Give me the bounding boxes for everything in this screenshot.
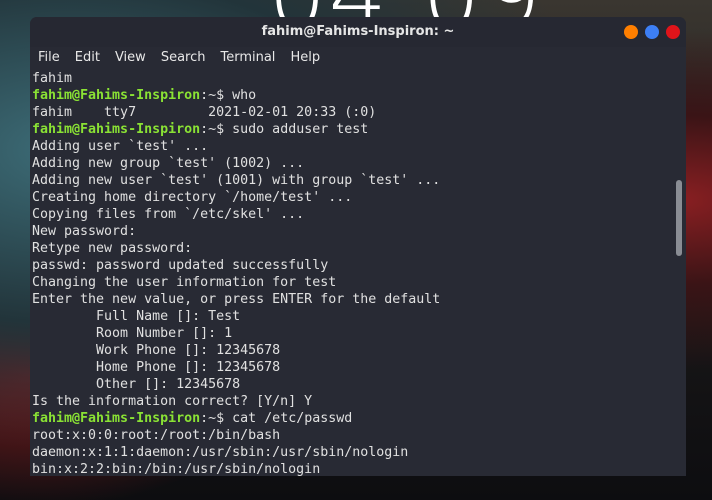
output-line: Retype new password:	[32, 241, 193, 256]
command-text: sudo adduser test	[232, 122, 369, 137]
output-line: Adding user `test' ...	[32, 139, 209, 154]
output-line: fahim tty7 2021-02-01 20:33 (:0)	[32, 105, 377, 120]
command-line: fahim@Fahims-Inspiron:~$ sudo adduser te…	[32, 121, 684, 138]
prompt-suffix: :~$	[200, 411, 233, 426]
maximize-button[interactable]	[645, 25, 659, 39]
output-line: Home Phone []: 12345678	[32, 360, 281, 375]
scrollbar-thumb[interactable]	[676, 180, 682, 256]
prompt-user-host: fahim@Fahims-Inspiron	[32, 122, 201, 137]
output-line: Work Phone []: 12345678	[32, 343, 281, 358]
prompt-suffix: :~$	[200, 88, 233, 103]
prompt-suffix: :~$	[200, 122, 233, 137]
minimize-button[interactable]	[624, 25, 638, 39]
output-line: bin:x:2:2:bin:/bin:/usr/sbin/nologin	[32, 462, 321, 476]
menu-terminal[interactable]: Terminal	[220, 47, 275, 69]
output-line: Full Name []: Test	[32, 309, 241, 324]
output-line: Is the information correct? [Y/n] Y	[32, 394, 313, 409]
menu-edit[interactable]: Edit	[75, 47, 100, 69]
terminal-output[interactable]: fahim fahim@Fahims-Inspiron:~$ who fahim t…	[30, 69, 686, 476]
window-title: fahim@Fahims-Inspiron: ~	[261, 24, 455, 39]
menu-help[interactable]: Help	[290, 47, 320, 69]
output-line: Enter the new value, or press ENTER for …	[32, 292, 441, 307]
title-bar[interactable]: fahim@Fahims-Inspiron: ~	[30, 17, 686, 47]
output-line: Other []: 12345678	[32, 377, 241, 392]
output-line: New password:	[32, 224, 137, 239]
prompt-user-host: fahim@Fahims-Inspiron	[32, 411, 201, 426]
output-line: root:x:0:0:root:/root:/bin/bash	[32, 428, 281, 443]
command-text: who	[232, 88, 257, 103]
menu-bar: File Edit View Search Terminal Help	[30, 47, 686, 69]
output-line: Creating home directory `/home/test' ...	[32, 190, 353, 205]
menu-file[interactable]: File	[38, 47, 60, 69]
output-line: passwd: password updated successfully	[32, 258, 329, 273]
output-line: Changing the user information for test	[32, 275, 337, 290]
output-line: Adding new user `test' (1001) with group…	[32, 173, 441, 188]
close-button[interactable]	[666, 25, 680, 39]
command-text: cat /etc/passwd	[232, 411, 353, 426]
command-line: fahim@Fahims-Inspiron:~$ who	[32, 87, 684, 104]
output-line: daemon:x:1:1:daemon:/usr/sbin:/usr/sbin/…	[32, 445, 409, 460]
output-line: fahim	[32, 71, 73, 86]
output-line: Copying files from `/etc/skel' ...	[32, 207, 305, 222]
menu-search[interactable]: Search	[161, 47, 206, 69]
prompt-user-host: fahim@Fahims-Inspiron	[32, 88, 201, 103]
output-line: Adding new group `test' (1002) ...	[32, 156, 305, 171]
terminal-window: fahim@Fahims-Inspiron: ~ File Edit View …	[30, 17, 686, 476]
command-line: fahim@Fahims-Inspiron:~$ cat /etc/passwd	[32, 410, 684, 427]
output-line: Room Number []: 1	[32, 326, 233, 341]
menu-view[interactable]: View	[115, 47, 146, 69]
